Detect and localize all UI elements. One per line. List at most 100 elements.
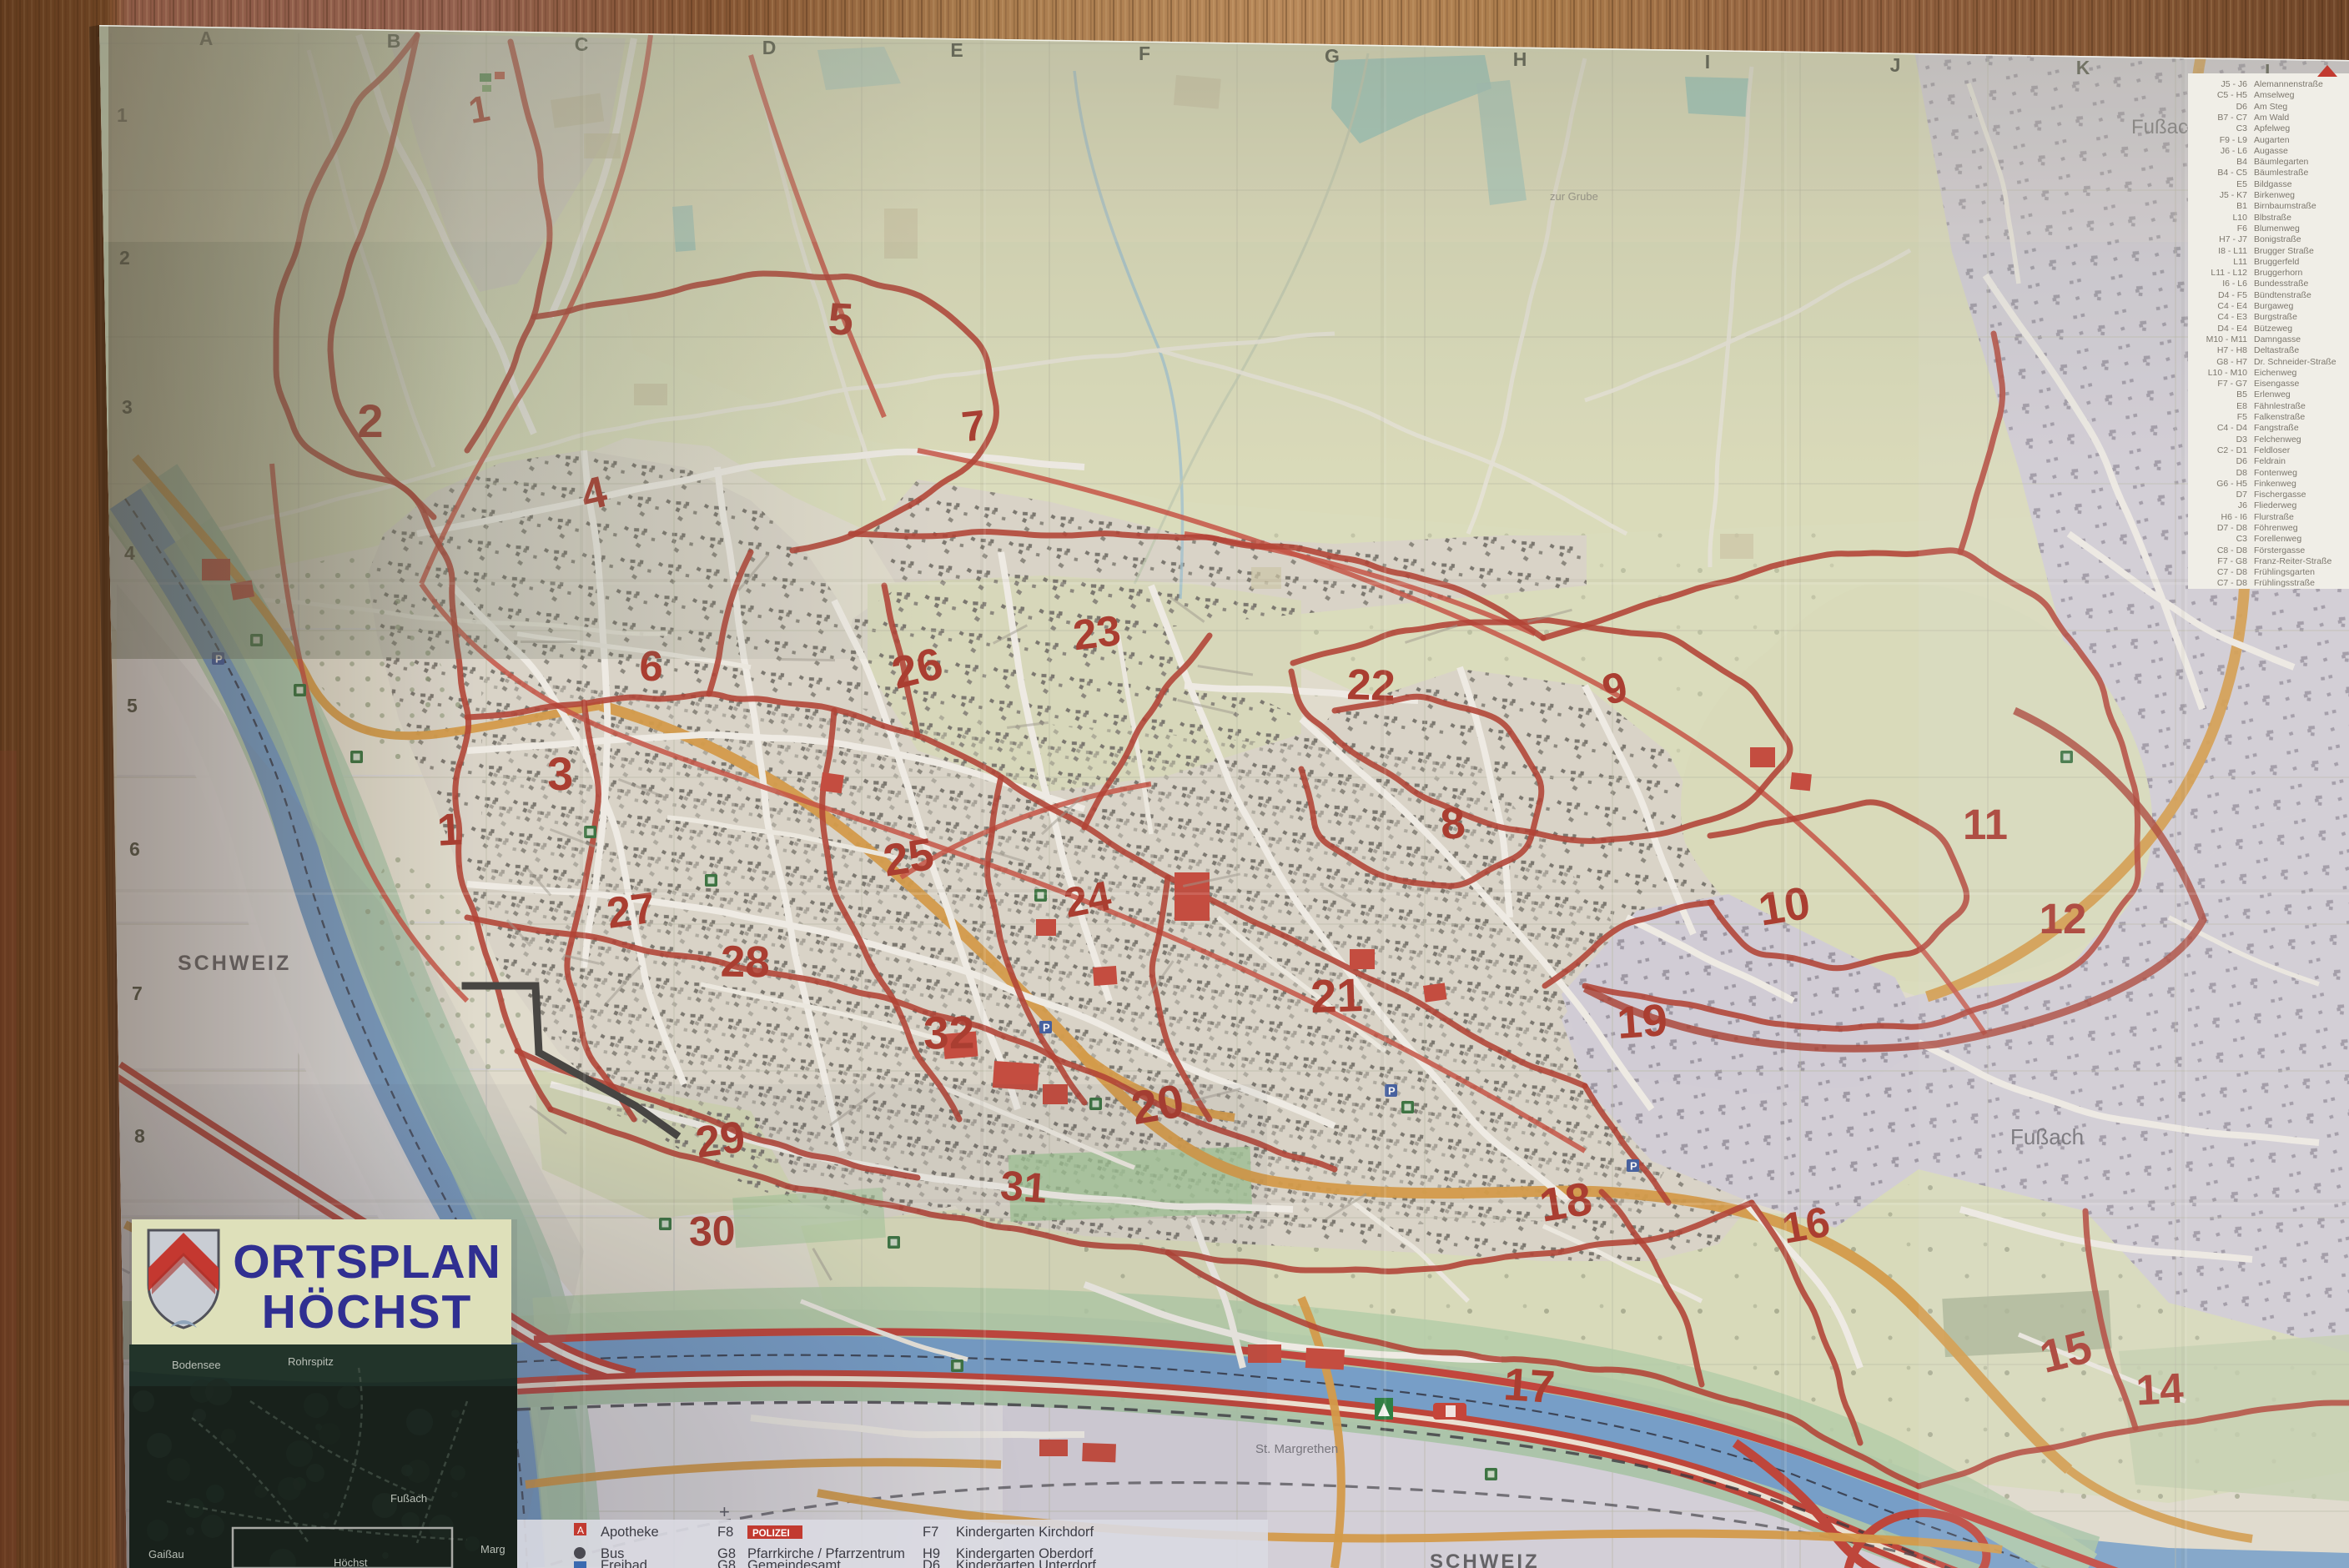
svg-text:B4 - C5: B4 - C5	[2217, 168, 2247, 178]
svg-text:F7 - G7: F7 - G7	[2217, 379, 2247, 389]
svg-text:Bruggerfeld: Bruggerfeld	[2254, 257, 2299, 267]
svg-text:Eichenweg: Eichenweg	[2254, 368, 2297, 378]
svg-text:B5: B5	[2236, 389, 2247, 400]
svg-text:Falkenstraße: Falkenstraße	[2254, 412, 2305, 422]
svg-text:Apotheke: Apotheke	[601, 1525, 659, 1540]
svg-text:Fontenweg: Fontenweg	[2254, 468, 2297, 478]
svg-text:Birkenweg: Birkenweg	[2254, 190, 2295, 200]
svg-text:C3: C3	[2236, 123, 2248, 133]
svg-text:C4 - E3: C4 - E3	[2217, 312, 2247, 322]
svg-text:J5 - K7: J5 - K7	[2220, 190, 2247, 200]
svg-text:+: +	[719, 1501, 730, 1522]
svg-text:Kindergarten Kirchdorf: Kindergarten Kirchdorf	[956, 1525, 1094, 1540]
svg-text:B7 - C7: B7 - C7	[2217, 113, 2247, 123]
svg-text:H7 - H8: H7 - H8	[2217, 345, 2247, 355]
svg-text:Bonigstraße: Bonigstraße	[2254, 234, 2301, 244]
svg-text:F7 - G8: F7 - G8	[2217, 556, 2247, 566]
svg-text:F8: F8	[717, 1525, 733, 1540]
svg-text:F7: F7	[923, 1525, 938, 1540]
svg-text:D3: D3	[2236, 435, 2248, 445]
svg-text:Förstergasse: Förstergasse	[2254, 545, 2305, 555]
svg-text:D6: D6	[923, 1558, 940, 1568]
svg-text:I6 - L6: I6 - L6	[2222, 279, 2247, 289]
svg-text:Blumenweg: Blumenweg	[2254, 224, 2300, 234]
svg-text:B1: B1	[2236, 201, 2247, 211]
svg-text:C4 - D4: C4 - D4	[2217, 423, 2247, 433]
svg-text:Franz-Reiter-Straße: Franz-Reiter-Straße	[2254, 556, 2332, 566]
svg-text:Felchenweg: Felchenweg	[2254, 435, 2301, 445]
svg-text:C2 - D1: C2 - D1	[2217, 445, 2247, 455]
svg-text:F6: F6	[2237, 224, 2247, 234]
svg-text:C3: C3	[2236, 534, 2248, 544]
svg-text:Bützeweg: Bützeweg	[2254, 324, 2292, 334]
svg-text:Frühlingsstraße: Frühlingsstraße	[2254, 578, 2315, 588]
svg-text:D4 - E4: D4 - E4	[2217, 324, 2247, 334]
svg-text:G8: G8	[717, 1558, 736, 1568]
svg-text:Birnbaumstraße: Birnbaumstraße	[2254, 201, 2316, 211]
svg-text:D7 - D8: D7 - D8	[2217, 523, 2247, 533]
svg-text:Freibad: Freibad	[601, 1558, 647, 1568]
svg-text:Bruggerhorn: Bruggerhorn	[2254, 268, 2303, 278]
svg-text:Brugger Straße: Brugger Straße	[2254, 246, 2314, 256]
svg-text:Feldrain: Feldrain	[2254, 456, 2286, 466]
svg-text:J6: J6	[2238, 500, 2247, 510]
svg-text:Augasse: Augasse	[2254, 146, 2288, 156]
svg-text:C5 - H5: C5 - H5	[2217, 90, 2247, 100]
svg-text:Blbstraße: Blbstraße	[2254, 213, 2291, 223]
svg-text:C7 - D8: C7 - D8	[2217, 578, 2247, 588]
svg-text:D6: D6	[2236, 456, 2248, 466]
svg-text:Frühlingsgarten: Frühlingsgarten	[2254, 567, 2315, 577]
svg-text:Gemeindesamt: Gemeindesamt	[747, 1558, 841, 1568]
svg-text:H7 - J7: H7 - J7	[2219, 234, 2247, 244]
svg-text:Bäumlegarten: Bäumlegarten	[2254, 157, 2309, 167]
svg-text:D4 - F5: D4 - F5	[2218, 290, 2247, 300]
svg-text:Augarten: Augarten	[2254, 135, 2290, 145]
svg-text:E8: E8	[2236, 401, 2247, 411]
svg-text:Kindergarten Unterdorf: Kindergarten Unterdorf	[956, 1558, 1096, 1568]
svg-text:Dr. Schneider-Straße: Dr. Schneider-Straße	[2254, 357, 2336, 367]
svg-text:A: A	[577, 1525, 584, 1536]
svg-text:G6 - H5: G6 - H5	[2216, 479, 2247, 489]
svg-text:Bündtenstraße: Bündtenstraße	[2254, 290, 2311, 300]
svg-text:Burgaweg: Burgaweg	[2254, 301, 2293, 311]
svg-text:C8 - D8: C8 - D8	[2217, 545, 2247, 555]
svg-text:G8 - H7: G8 - H7	[2216, 357, 2247, 367]
svg-text:Fliederweg: Fliederweg	[2254, 500, 2297, 510]
svg-text:Damngasse: Damngasse	[2254, 334, 2301, 344]
svg-text:Feldloser: Feldloser	[2254, 445, 2291, 455]
svg-text:D7: D7	[2236, 490, 2248, 500]
svg-text:Bildgasse: Bildgasse	[2254, 179, 2292, 189]
svg-text:I8 - L11: I8 - L11	[2218, 246, 2247, 256]
svg-text:F9 - L9: F9 - L9	[2220, 135, 2247, 145]
svg-text:Föhrenweg: Föhrenweg	[2254, 523, 2298, 533]
svg-text:Amselweg: Amselweg	[2254, 90, 2295, 100]
svg-text:M10 - M11: M10 - M11	[2206, 334, 2248, 344]
svg-text:Forellenweg: Forellenweg	[2254, 534, 2301, 544]
svg-text:Am Steg: Am Steg	[2254, 102, 2287, 112]
svg-text:J6 - L6: J6 - L6	[2221, 146, 2247, 156]
svg-text:Eisengasse: Eisengasse	[2254, 379, 2299, 389]
svg-text:POLIZEI: POLIZEI	[752, 1529, 790, 1539]
svg-text:Flurstraße: Flurstraße	[2254, 512, 2294, 522]
svg-text:D8: D8	[2236, 468, 2248, 478]
svg-text:Am Wald: Am Wald	[2254, 113, 2289, 123]
svg-text:Fangstraße: Fangstraße	[2254, 423, 2299, 433]
svg-text:Fähnlestraße: Fähnlestraße	[2254, 401, 2306, 411]
svg-text:Apfelweg: Apfelweg	[2254, 123, 2290, 133]
svg-text:Fischergasse: Fischergasse	[2254, 490, 2306, 500]
svg-text:Erlenweg: Erlenweg	[2254, 389, 2291, 400]
svg-text:E5: E5	[2236, 179, 2247, 189]
svg-text:B4: B4	[2236, 157, 2247, 167]
svg-text:L10 - M10: L10 - M10	[2208, 368, 2247, 378]
svg-text:C7 - D8: C7 - D8	[2217, 567, 2247, 577]
svg-text:L11: L11	[2233, 257, 2247, 267]
svg-text:L11 - L12: L11 - L12	[2211, 268, 2247, 278]
svg-text:Alemannenstraße: Alemannenstraße	[2254, 79, 2323, 89]
svg-text:Burgstraße: Burgstraße	[2254, 312, 2297, 322]
svg-text:J5 - J6: J5 - J6	[2221, 79, 2247, 89]
svg-text:Deltastraße: Deltastraße	[2254, 345, 2299, 355]
svg-text:L10: L10	[2232, 213, 2247, 223]
svg-text:F5: F5	[2237, 412, 2247, 422]
svg-text:Bundesstraße: Bundesstraße	[2254, 279, 2309, 289]
svg-text:H6 - I6: H6 - I6	[2221, 512, 2247, 522]
